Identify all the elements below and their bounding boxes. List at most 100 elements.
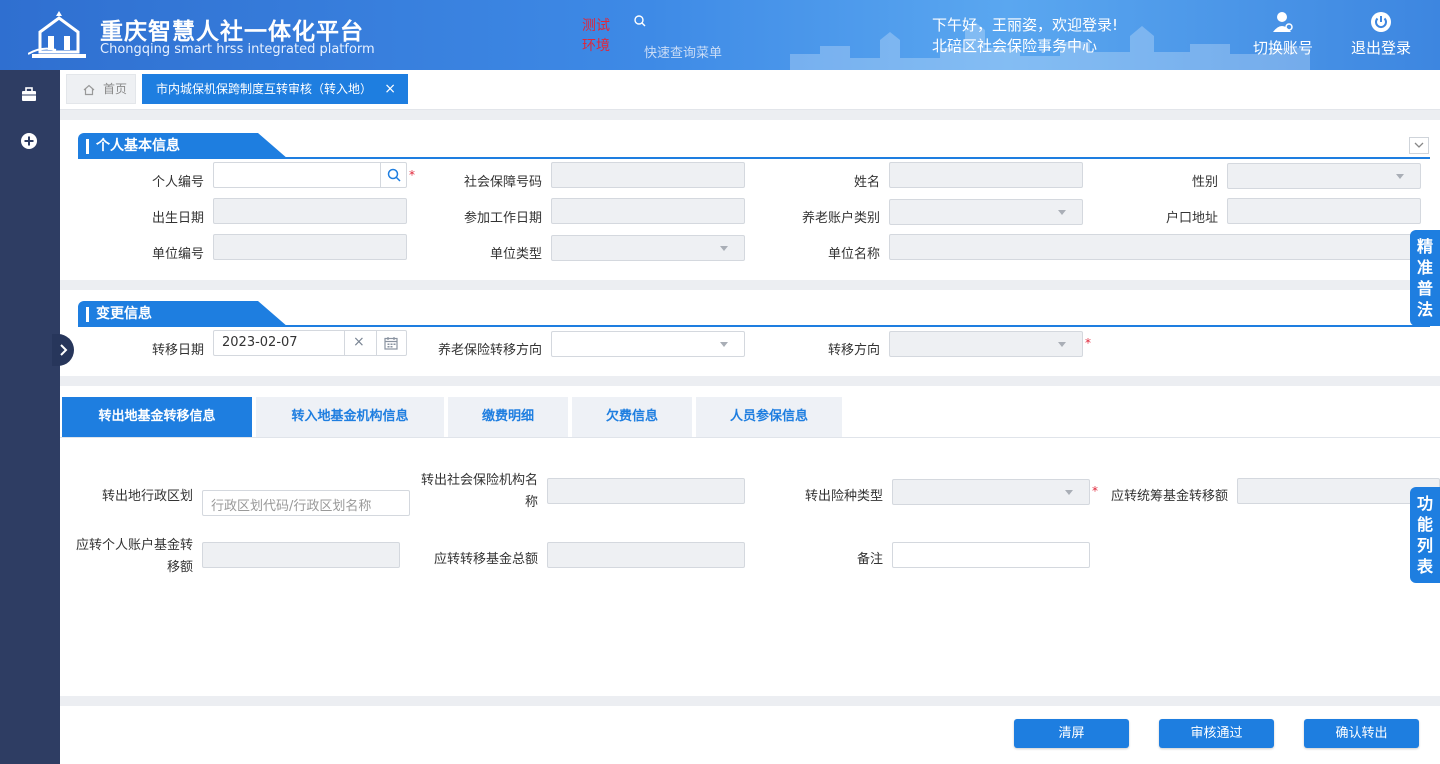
float-char: 普 bbox=[1416, 279, 1433, 298]
dropdown-arrow-icon bbox=[720, 342, 728, 347]
name-label: 姓名 bbox=[853, 175, 880, 190]
person-id-input[interactable] bbox=[213, 162, 407, 188]
chevron-down-icon bbox=[1414, 142, 1424, 148]
search-icon[interactable] bbox=[634, 15, 646, 27]
unit-id-field[interactable] bbox=[213, 234, 407, 260]
work-start-date-field[interactable] bbox=[551, 198, 745, 224]
name-field[interactable] bbox=[889, 162, 1083, 188]
power-icon bbox=[1371, 12, 1391, 32]
pension-direction-label: 养老保险转移方向 bbox=[437, 343, 542, 358]
float-char: 表 bbox=[1416, 557, 1433, 576]
birth-date-label: 出生日期 bbox=[151, 211, 204, 226]
unit-name-field[interactable] bbox=[889, 234, 1421, 260]
personal-fund-field[interactable] bbox=[202, 542, 400, 568]
ss-number-label: 社会保障号码 bbox=[463, 175, 542, 190]
gender-label: 性别 bbox=[1191, 175, 1218, 190]
insurance-type-label: 转出险种类型 bbox=[804, 489, 883, 504]
home-icon bbox=[83, 84, 95, 96]
float-char: 功 bbox=[1416, 494, 1433, 513]
confirm-transfer-out-button[interactable]: 确认转出 bbox=[1304, 719, 1419, 748]
region-placeholder: 行政区划代码/行政区划名称 bbox=[211, 499, 372, 514]
clear-screen-button[interactable]: 清屏 bbox=[1014, 719, 1129, 748]
transfer-date-picker[interactable]: 2023-02-07 × bbox=[213, 330, 407, 356]
pooled-fund-label: 应转统筹基金转移额 bbox=[1110, 489, 1228, 504]
remark-input[interactable] bbox=[892, 542, 1090, 568]
tab-transfer-review[interactable]: 市内城保机保跨制度互转审核（转入地） × bbox=[142, 74, 408, 104]
insurance-type-select[interactable] bbox=[892, 479, 1090, 505]
quick-menu-search[interactable]: 快速查询菜单 bbox=[644, 42, 722, 61]
user-switch-icon bbox=[1273, 12, 1293, 32]
calendar-icon[interactable] bbox=[384, 336, 398, 350]
app-title: 重庆智慧人社一体化平台 bbox=[100, 18, 364, 45]
personal-info-title: 个人基本信息 bbox=[78, 133, 288, 159]
switch-account-label: 切换账号 bbox=[1252, 39, 1313, 57]
transfer-date-value: 2023-02-07 bbox=[222, 335, 298, 350]
tab-transfer-out-fund[interactable]: 转出地基金转移信息 bbox=[62, 397, 252, 438]
transfer-date-label: 转移日期 bbox=[151, 343, 204, 358]
function-list-float-button[interactable]: 功 能 列 表 bbox=[1410, 487, 1440, 583]
switch-account-button[interactable]: 切换账号 bbox=[1243, 11, 1323, 58]
tab-transfer-in-agency[interactable]: 转入地基金机构信息 bbox=[256, 397, 444, 437]
direction-label: 转移方向 bbox=[827, 343, 880, 358]
input-divider bbox=[344, 331, 345, 355]
personal-fund-label: 应转个人账户基金转 移额 bbox=[60, 535, 193, 579]
total-fund-field[interactable] bbox=[547, 542, 745, 568]
tab-arrears-info[interactable]: 欠费信息 bbox=[572, 397, 692, 437]
ss-number-field[interactable] bbox=[551, 162, 745, 188]
org-name: 北碚区社会保险事务中心 bbox=[932, 37, 1098, 55]
app-subtitle: Chongqing smart hrss integrated platform bbox=[100, 42, 375, 57]
top-header: 重庆智慧人社一体化平台 Chongqing smart hrss integra… bbox=[0, 0, 1440, 70]
sidebar-toggle[interactable] bbox=[52, 334, 74, 366]
pension-account-type-select[interactable] bbox=[889, 199, 1083, 225]
required-mark: * bbox=[409, 168, 415, 182]
unit-name-label: 单位名称 bbox=[827, 247, 880, 262]
dropdown-arrow-icon bbox=[1065, 490, 1073, 495]
dropdown-arrow-icon bbox=[1396, 174, 1404, 179]
close-tab-icon[interactable]: × bbox=[384, 74, 396, 104]
birth-date-field[interactable] bbox=[213, 198, 407, 224]
page-tabs-bar: 首页 市内城保机保跨制度互转审核（转入地） × bbox=[60, 70, 1440, 110]
agency-label: 转出社会保险机构名 称 bbox=[400, 470, 538, 514]
logout-button[interactable]: 退出登录 bbox=[1341, 11, 1421, 58]
direction-select[interactable] bbox=[889, 331, 1083, 357]
unit-type-select[interactable] bbox=[551, 235, 745, 261]
work-start-date-label: 参加工作日期 bbox=[463, 211, 542, 226]
tab-payment-details[interactable]: 缴费明细 bbox=[448, 397, 568, 437]
logout-label: 退出登录 bbox=[1350, 39, 1411, 57]
section-divider bbox=[78, 325, 1430, 327]
tab-home[interactable]: 首页 bbox=[66, 74, 136, 104]
add-circle-icon[interactable] bbox=[20, 132, 38, 150]
env-line-1: 测试 bbox=[582, 18, 610, 34]
float-char: 能 bbox=[1416, 515, 1433, 534]
search-icon[interactable] bbox=[387, 168, 401, 182]
clear-date-icon[interactable]: × bbox=[353, 334, 365, 350]
agency-label-line2: 称 bbox=[524, 495, 538, 510]
remark-label: 备注 bbox=[856, 552, 883, 567]
person-id-label: 个人编号 bbox=[151, 175, 204, 190]
dropdown-arrow-icon bbox=[1058, 210, 1066, 215]
chevron-right-icon bbox=[60, 344, 68, 356]
hrss-logo-icon bbox=[28, 11, 86, 58]
input-divider bbox=[376, 331, 377, 355]
input-divider bbox=[380, 163, 381, 187]
collapse-section-button[interactable] bbox=[1409, 137, 1429, 154]
dropdown-arrow-icon bbox=[720, 246, 728, 251]
household-address-field[interactable] bbox=[1227, 198, 1421, 224]
pension-account-type-label: 养老账户类别 bbox=[801, 211, 880, 226]
tab-insured-person-info[interactable]: 人员参保信息 bbox=[696, 397, 842, 437]
region-input[interactable]: 行政区划代码/行政区划名称 bbox=[202, 490, 410, 516]
briefcase-icon[interactable] bbox=[20, 86, 38, 104]
dropdown-arrow-icon bbox=[1058, 342, 1066, 347]
agency-name-field[interactable] bbox=[547, 478, 745, 504]
float-char: 精 bbox=[1416, 237, 1433, 256]
pension-direction-select[interactable] bbox=[551, 331, 745, 357]
change-info-title: 变更信息 bbox=[78, 301, 288, 327]
precise-law-float-button[interactable]: 精 准 普 法 bbox=[1410, 230, 1440, 326]
required-mark: * bbox=[1085, 336, 1091, 350]
left-sidebar bbox=[0, 70, 60, 764]
gender-select[interactable] bbox=[1227, 163, 1421, 189]
greeting-text: 下午好，王丽姿，欢迎登录! bbox=[932, 16, 1119, 34]
unit-id-label: 单位编号 bbox=[151, 247, 204, 262]
approve-button[interactable]: 审核通过 bbox=[1159, 719, 1274, 748]
region-label: 转出地行政区划 bbox=[101, 489, 193, 504]
